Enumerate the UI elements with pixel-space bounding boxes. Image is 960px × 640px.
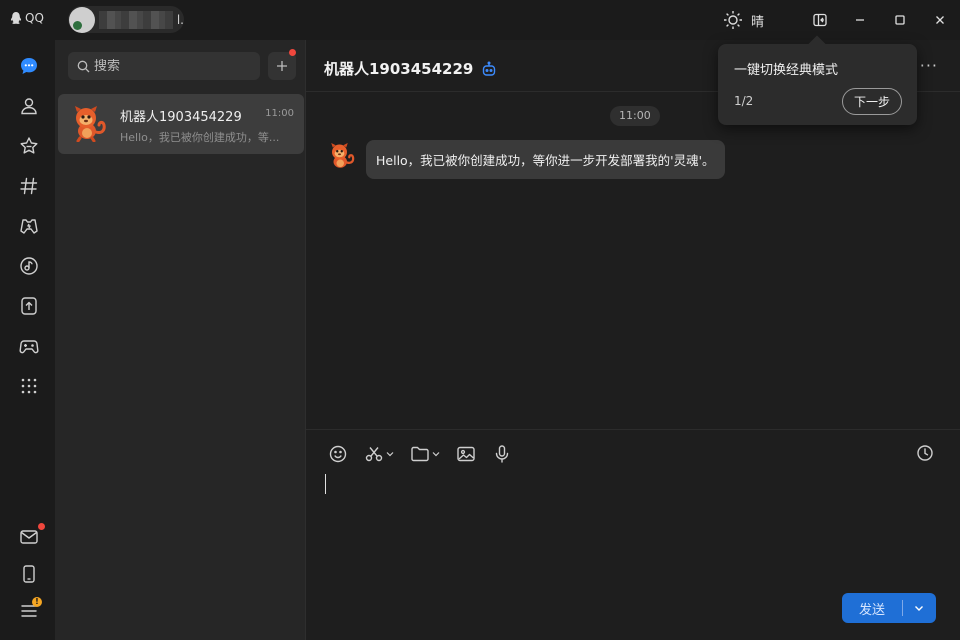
rail-contacts[interactable] [18, 95, 40, 117]
next-step-button[interactable]: 下一步 [842, 88, 902, 115]
search-box[interactable] [68, 52, 260, 80]
rail-channel[interactable] [18, 175, 40, 197]
message-composer: 发送 [306, 429, 960, 640]
rail-phone[interactable] [18, 563, 40, 585]
conversation-time: 11:00 [265, 108, 294, 119]
text-cursor[interactable] [325, 474, 326, 494]
chevron-down-icon [386, 452, 394, 457]
minimize-icon [856, 19, 864, 21]
emoji-icon [329, 445, 347, 463]
user-profile[interactable]: l. [68, 6, 184, 33]
composer-toolbar [328, 444, 512, 464]
rail-music[interactable] [18, 255, 40, 277]
rail-upload[interactable] [18, 295, 40, 317]
rail-menu[interactable]: ! [18, 597, 42, 622]
close-button[interactable] [920, 0, 960, 40]
weather-label: 晴 [750, 14, 764, 30]
rail-favorites[interactable] [18, 135, 40, 157]
plus-icon [277, 61, 287, 71]
channel-icon [20, 177, 38, 195]
mail-icon [20, 530, 38, 544]
chevron-down-icon [915, 606, 923, 611]
contacts-icon [21, 98, 37, 115]
phone-icon [23, 565, 35, 583]
chat-pane: 机器人1903454229 ··· 11:00 Hello，我已被你创建成功，等… [306, 40, 960, 640]
conversation-preview: Hello，我已被你创建成功，等... [120, 131, 280, 144]
apps-grid-icon [21, 378, 37, 394]
voice-button[interactable] [492, 444, 512, 464]
send-options-button[interactable] [903, 602, 935, 614]
app-brand-label: QQ [25, 11, 44, 25]
nav-rail: ! [0, 40, 56, 640]
switch-mode-icon [813, 13, 827, 27]
scissors-icon [365, 447, 383, 462]
guide-title: 一键切换经典模式 [734, 63, 839, 78]
switch-mode-button[interactable] [800, 0, 840, 40]
chat-title[interactable]: 机器人1903454229 [324, 58, 497, 79]
favorites-icon [20, 137, 38, 154]
search-icon [77, 60, 90, 72]
weather-widget[interactable]: 晴 [723, 10, 764, 30]
file-button[interactable] [410, 444, 440, 464]
music-icon [20, 257, 38, 275]
maximize-button[interactable] [880, 0, 920, 40]
avatar[interactable] [69, 6, 95, 33]
clock-icon [917, 445, 933, 461]
app-brand: QQ [10, 11, 44, 25]
minimize-button[interactable] [840, 0, 880, 40]
mode-switch-guide-popup: 一键切换经典模式 1/2 下一步 [718, 44, 917, 125]
chevron-down-icon [432, 452, 440, 457]
qq-logo-icon [10, 12, 22, 24]
search-input[interactable] [94, 58, 244, 74]
mail-unread-dot [38, 523, 45, 530]
rail-mail[interactable] [18, 523, 45, 548]
robot-avatar-icon[interactable] [326, 140, 356, 170]
history-button[interactable] [916, 444, 934, 466]
maximize-icon [895, 15, 905, 25]
rail-messages[interactable] [18, 55, 40, 77]
emoji-button[interactable] [328, 444, 348, 464]
sun-icon [723, 11, 742, 29]
conversation-item[interactable]: 机器人1903454229 11:00 Hello，我已被你创建成功，等... [58, 94, 304, 154]
rail-apps[interactable] [18, 375, 40, 397]
redacted-username [98, 10, 173, 29]
chat-title-label: 机器人1903454229 [324, 60, 474, 78]
send-button[interactable]: 发送 [842, 593, 936, 623]
games-center-icon [20, 219, 38, 234]
close-icon [936, 16, 944, 24]
screenshot-button[interactable] [364, 444, 394, 464]
bot-icon [483, 61, 496, 76]
upload-icon [21, 297, 37, 315]
message-row: Hello，我已被你创建成功，等你进一步开发部署我的'灵魂'。 [326, 140, 725, 179]
conversation-list: 机器人1903454229 11:00 Hello，我已被你创建成功，等... [56, 40, 306, 640]
message-icon [21, 58, 37, 74]
microphone-icon [495, 445, 509, 463]
title-bar: QQ l. 晴 [0, 0, 960, 40]
send-button-label: 发送 [858, 602, 885, 618]
update-badge: ! [32, 597, 42, 607]
robot-avatar-icon [75, 106, 106, 142]
conversation-name: 机器人1903454229 [120, 110, 242, 125]
add-notification-dot [289, 49, 296, 56]
gamepad-icon [19, 340, 39, 354]
user-name-suffix: l. [176, 12, 184, 27]
rail-games-center[interactable] [18, 215, 40, 237]
time-divider: 11:00 [610, 106, 660, 126]
folder-icon [411, 446, 429, 462]
guide-step-counter: 1/2 [734, 94, 754, 108]
add-button[interactable] [268, 49, 296, 80]
more-options-button[interactable]: ··· [920, 56, 938, 75]
image-icon [457, 446, 475, 462]
rail-gamepad[interactable] [18, 335, 40, 357]
message-bubble[interactable]: Hello，我已被你创建成功，等你进一步开发部署我的'灵魂'。 [366, 140, 725, 179]
image-button[interactable] [456, 444, 476, 464]
